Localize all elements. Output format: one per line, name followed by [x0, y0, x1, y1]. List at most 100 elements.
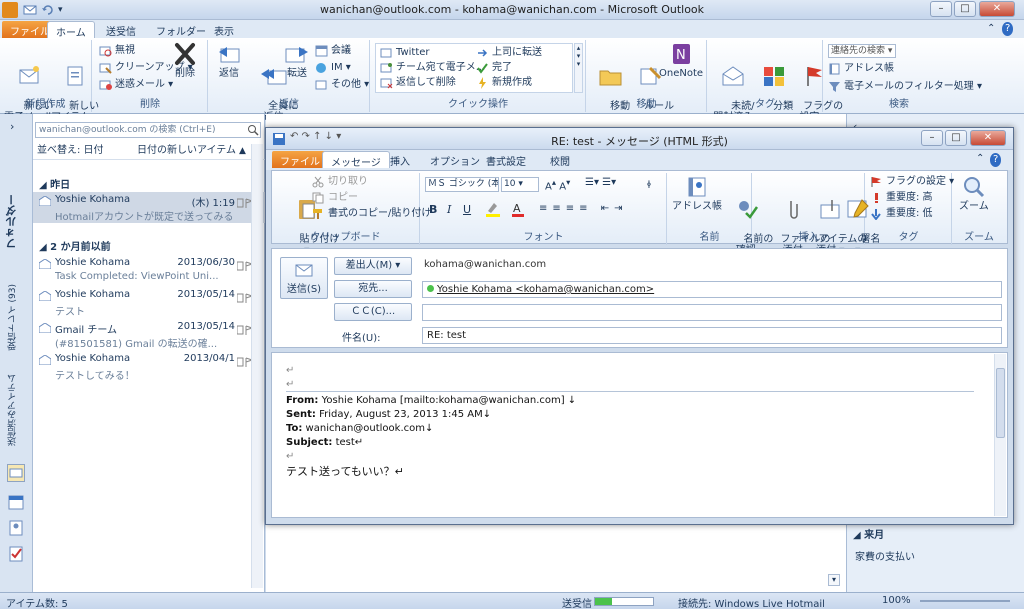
- msg-tab-review[interactable]: 校閲: [542, 151, 578, 168]
- msg-minimize-button[interactable]: –: [921, 130, 943, 146]
- mail-nav-icon[interactable]: [7, 464, 25, 482]
- onenote-button[interactable]: N OneNote: [659, 42, 703, 79]
- font-color-icon[interactable]: A: [511, 201, 531, 217]
- to-recipient[interactable]: Yoshie Kohama <kohama@wanichan.com>: [437, 284, 654, 295]
- tab-folder[interactable]: フォルダー: [148, 21, 214, 38]
- quick-steps-scroll[interactable]: ▴ ▾ ▾: [574, 43, 583, 93]
- highlight-icon[interactable]: [485, 201, 509, 217]
- search-input[interactable]: wanichan@outlook.com の検索 (Ctrl+E): [35, 122, 261, 138]
- inbox-shortcut[interactable]: 受信トレイ (93): [6, 284, 19, 350]
- calendar-nav-icon[interactable]: [8, 494, 24, 510]
- zoom-level: 100%: [882, 595, 911, 606]
- group-header-yesterday[interactable]: ◢ 昨日: [39, 176, 70, 191]
- list-scrollbar[interactable]: [251, 144, 263, 588]
- sort-order[interactable]: 日付の新しいアイテム: [137, 142, 236, 160]
- alignment-icons[interactable]: ≡≡≡≡ ⇤⇥: [539, 203, 627, 214]
- group-header-old[interactable]: ◢ 2 か月前以前: [39, 238, 111, 253]
- empty-paragraph: ↵: [286, 379, 295, 390]
- reply-button[interactable]: 返信: [215, 42, 243, 79]
- bold-button[interactable]: B: [429, 203, 437, 216]
- minimize-button[interactable]: –: [930, 1, 952, 17]
- font-name-select[interactable]: ＭＳ ゴシック (本: [425, 177, 499, 192]
- cut-button[interactable]: 切り取り: [312, 175, 368, 189]
- underline-button[interactable]: U: [463, 203, 471, 216]
- italic-button[interactable]: I: [447, 203, 451, 216]
- quickstep-done[interactable]: 完了: [476, 61, 512, 75]
- junk-button[interactable]: 迷惑メール ▾: [99, 78, 173, 92]
- msg-help-icon[interactable]: ?: [990, 153, 1002, 167]
- quickstep-create-new[interactable]: 新規作成: [476, 76, 532, 90]
- im-button[interactable]: IM ▾: [315, 61, 351, 75]
- ribbon-minimize-icon[interactable]: ⌃: [985, 21, 997, 38]
- message-row[interactable]: Yoshie Kohama 2013/06/30 Task Completed:…: [33, 255, 265, 286]
- more-respond-button[interactable]: その他 ▾: [315, 78, 369, 92]
- cc-button[interactable]: ＣＣ(C)...: [334, 303, 412, 321]
- tab-view[interactable]: 表示: [206, 21, 242, 38]
- folder-pane-label[interactable]: フォルダー: [4, 194, 20, 249]
- message-row[interactable]: Gmail チーム 2013/05/14 (#81501581) Gmail の…: [33, 319, 265, 350]
- message-row[interactable]: Yoshie Kohama 2013/05/14 テスト: [33, 287, 265, 318]
- date: 2013/05/14: [177, 289, 235, 300]
- msg-tab-message[interactable]: メッセージ: [322, 151, 390, 169]
- reading-scroll-down[interactable]: ▾: [828, 574, 840, 586]
- message-body[interactable]: ↵ ↵ From: Yoshie Kohama [mailto:kohama@w…: [271, 352, 1008, 518]
- bullets-numbering-icons[interactable]: ☰▾ ☰▾: [585, 177, 616, 188]
- msg-tab-format[interactable]: 書式設定: [478, 151, 534, 168]
- quickstep-reply-delete[interactable]: 返信して削除: [380, 76, 456, 90]
- msg-ribbon-minimize-icon[interactable]: ⌃: [974, 151, 986, 168]
- filter-email-button[interactable]: 電子メールのフィルター処理 ▾: [828, 80, 982, 94]
- msg-tab-file[interactable]: ファイル: [272, 151, 328, 168]
- msg-maximize-button[interactable]: □: [945, 130, 967, 146]
- maximize-button[interactable]: □: [954, 1, 976, 17]
- msg-close-button[interactable]: ✕: [970, 130, 1006, 146]
- tasks-nav-icon[interactable]: [8, 546, 24, 562]
- zoom-slider[interactable]: [920, 600, 1010, 602]
- todo-item[interactable]: 家費の支払い: [855, 548, 915, 563]
- body-scroll-thumb[interactable]: [996, 368, 1005, 438]
- quickstep-twitter[interactable]: Twitter: [380, 46, 430, 60]
- sent-items-shortcut[interactable]: 送信済みアイテム: [6, 374, 19, 446]
- search-contacts-box[interactable]: 連絡先の検索 ▾: [828, 44, 896, 58]
- message-row[interactable]: Yoshie Kohama 2013/04/1 テストしてみる！: [33, 351, 265, 382]
- subject-field[interactable]: RE: test: [422, 327, 1002, 344]
- new-items-icon: [61, 64, 89, 88]
- tab-send-receive[interactable]: 送受信: [98, 21, 144, 38]
- to-button[interactable]: 宛先...: [334, 280, 412, 298]
- copy-button[interactable]: コピー: [312, 191, 358, 205]
- msg-tab-insert[interactable]: 挿入: [382, 151, 418, 168]
- to-field[interactable]: Yoshie Kohama <kohama@wanichan.com>: [422, 281, 1002, 298]
- delete-button[interactable]: 削除: [171, 42, 199, 79]
- clear-format-icon[interactable]: ꬹ: [647, 177, 651, 191]
- message-row-selected[interactable]: Yoshie Kohama (木) 1:19 Hotmailアカウントが既定で送…: [33, 192, 265, 223]
- contacts-nav-icon[interactable]: [8, 520, 24, 536]
- sort-by[interactable]: 並べ替え: 日付: [37, 142, 104, 160]
- ignore-button[interactable]: 無視: [99, 44, 135, 58]
- search-icon[interactable]: [247, 124, 259, 136]
- quickstep-to-manager[interactable]: 上司に転送: [476, 46, 542, 60]
- address-book-button[interactable]: アドレス帳: [828, 62, 894, 76]
- preview: Hotmailアカウントが既定で送ってみる: [55, 212, 234, 223]
- grow-shrink-font-icons[interactable]: A▴ A▾: [545, 177, 570, 192]
- group-label-quick-steps: クイック操作: [448, 99, 508, 110]
- todo-group-header[interactable]: ◢ 来月: [853, 526, 884, 541]
- tab-home[interactable]: ホーム: [47, 21, 95, 39]
- zoom-button[interactable]: ズーム: [959, 175, 989, 212]
- body-scrollbar[interactable]: [994, 354, 1006, 516]
- font-size-select[interactable]: 10 ▾: [501, 177, 539, 192]
- send-button[interactable]: 送信(S): [280, 257, 328, 299]
- cc-field[interactable]: [422, 304, 1002, 321]
- close-button[interactable]: ✕: [979, 1, 1015, 17]
- format-painter-button[interactable]: 書式のコピー/貼り付け: [312, 207, 431, 221]
- expand-nav-icon[interactable]: ›: [10, 120, 14, 133]
- help-icon[interactable]: ?: [1002, 22, 1014, 36]
- forward-button[interactable]: 転送: [283, 42, 311, 79]
- high-importance-button[interactable]: 重要度: 高: [870, 191, 933, 205]
- meeting-button[interactable]: 会議: [315, 44, 351, 58]
- from-button[interactable]: 差出人(M) ▾: [334, 257, 412, 275]
- address-book-button[interactable]: アドレス帳: [672, 175, 722, 212]
- quickstep-team-email[interactable]: チーム宛て電子メ...: [380, 61, 485, 75]
- low-importance-button[interactable]: 重要度: 低: [870, 207, 933, 221]
- follow-up-button[interactable]: フラグの設定 ▾: [870, 175, 954, 189]
- empty-paragraph: ↵: [286, 365, 295, 376]
- sort-toggle-icon[interactable]: ▲: [239, 142, 246, 160]
